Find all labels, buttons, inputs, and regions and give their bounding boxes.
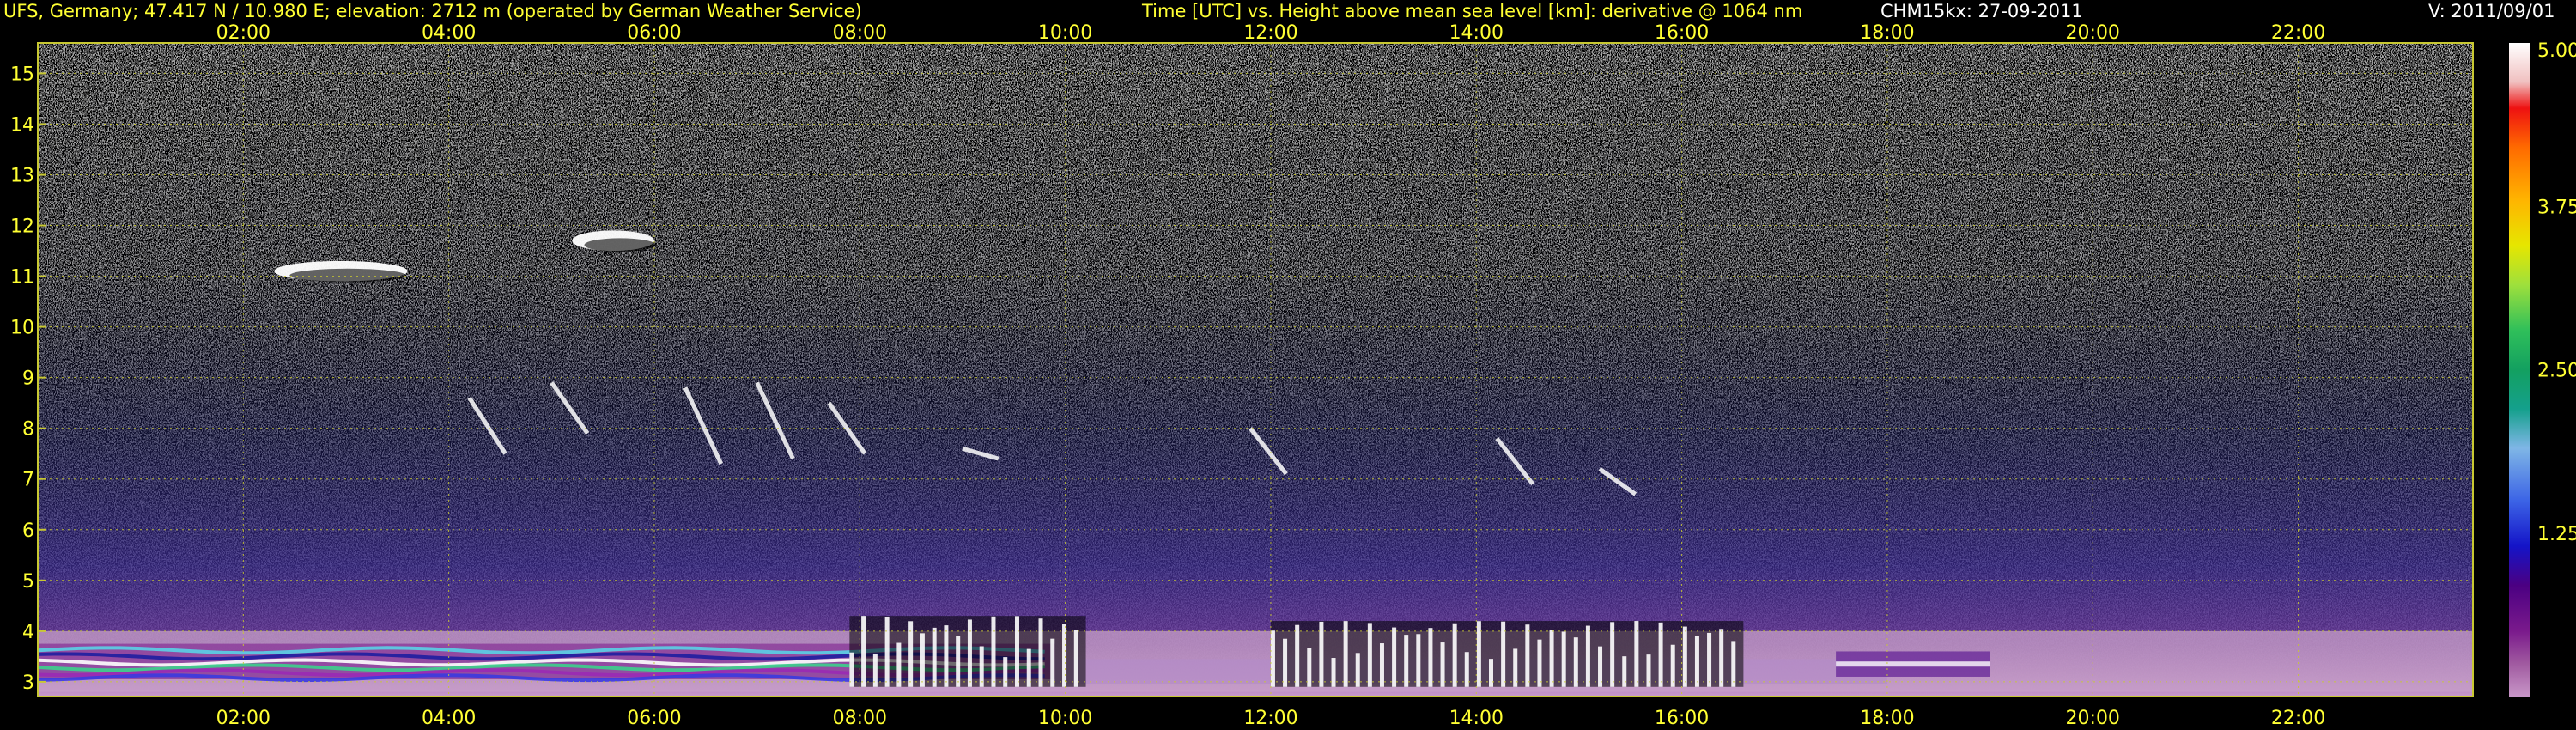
tick-label-x-top: 10:00	[1038, 22, 1092, 44]
feature-cirrus-shadow	[584, 238, 656, 252]
feature-cloud-streak	[1331, 658, 1336, 687]
feature-cloud-streak	[1658, 622, 1663, 687]
tick-label-x-bottom: 18:00	[1860, 708, 1914, 729]
tick-label-x-top: 06:00	[627, 22, 681, 44]
colorbar-tick-label: 5.00	[2537, 40, 2576, 62]
feature-cloud-streak	[1622, 656, 1627, 687]
feature-cloud-streak	[967, 619, 972, 687]
feature-cloud-streak	[1525, 624, 1530, 687]
feature-cloud-streak	[1598, 646, 1603, 687]
tick-label-x-bottom: 16:00	[1655, 708, 1709, 729]
tick-label-x-top: 12:00	[1243, 22, 1297, 44]
feature-cloud-streak	[1719, 629, 1724, 687]
feature-cloud-streak	[1062, 624, 1067, 687]
feature-cloud-streak	[884, 617, 890, 687]
tick-label-y: 11	[10, 267, 34, 289]
ceilometer-chart: 3 4 5 6 7 8 9 10 11 12 13 14 15 02:00 02:00 04:00 04:00 0…	[10, 22, 2576, 729]
tick-label-y: 12	[10, 216, 34, 238]
tick-label-x-bottom: 08:00	[833, 708, 887, 729]
tick-label-y: 9	[22, 368, 34, 390]
feature-cloud-streak	[991, 616, 996, 687]
tick-label-y: 7	[22, 470, 34, 491]
feature-cloud-streak	[1014, 616, 1019, 687]
feature-cloud-streak	[1355, 653, 1360, 687]
feature-cloud-streak	[1489, 659, 1494, 687]
colorbar-tick-label: 2.50	[2537, 361, 2576, 382]
feature-cloud-streak	[1452, 623, 1457, 687]
tick-label-x-top: 14:00	[1449, 22, 1504, 44]
feature-cloud-streak	[1513, 648, 1518, 687]
feature-cloud-streak	[920, 633, 925, 687]
feature-cloud-streak	[1026, 648, 1031, 687]
tick-label-x-bottom: 20:00	[2066, 708, 2120, 729]
feature-cloud-streak	[1003, 657, 1008, 687]
tick-label-x-top: 20:00	[2066, 22, 2120, 44]
tick-label-y: 4	[22, 622, 34, 643]
tick-label-y: 13	[10, 165, 34, 186]
tick-label-y: 14	[10, 114, 34, 136]
feature-cloud-streak	[1319, 621, 1324, 687]
tick-label-x-bottom: 02:00	[216, 708, 270, 729]
tick-label-x-bottom: 04:00	[422, 708, 476, 729]
feature-cloud-streak	[1295, 624, 1300, 687]
feature-cloud-streak	[1392, 627, 1397, 687]
tick-label-x-top: 16:00	[1655, 22, 1709, 44]
feature-cloud-streak	[1270, 630, 1275, 687]
colorbar	[2509, 43, 2530, 697]
feature-cloud-streak	[1537, 639, 1542, 687]
feature-cloud-streak	[896, 642, 902, 687]
feature-cloud-streak	[1610, 622, 1615, 687]
feature-cloud-streak	[1379, 643, 1384, 687]
tick-label-y: 10	[10, 318, 34, 339]
feature-cloud-streak	[1283, 638, 1288, 687]
feature-cloud-streak	[1440, 642, 1445, 687]
feature-cirrus-shadow	[289, 268, 406, 283]
feature-cloud-streak	[1707, 632, 1712, 687]
feature-cloud-streak	[1050, 638, 1055, 687]
feature-cloud-streak	[944, 625, 949, 687]
feature-cloud-streak	[1682, 626, 1687, 687]
feature-cloud-streak	[1367, 623, 1372, 687]
feature-cloud-streak	[1561, 631, 1566, 687]
feature-cloud-streak	[861, 616, 866, 687]
tick-label-y: 6	[22, 520, 34, 542]
feature-cloud-streak	[1573, 637, 1578, 687]
feature-cloud-streak	[1694, 636, 1699, 687]
tick-label-y: 5	[22, 571, 34, 593]
feature-cloud-streak	[1343, 621, 1348, 687]
feature-cloud-streak	[1428, 628, 1433, 687]
tick-label-x-bottom: 06:00	[627, 708, 681, 729]
tick-label-y: 3	[22, 672, 34, 694]
feature-cloud-streak	[932, 627, 937, 687]
colorbar-tick-label: 1.25	[2537, 524, 2576, 545]
feature-cloud-streak	[1073, 630, 1078, 687]
feature-cloud-streak	[1307, 648, 1312, 687]
feature-cloud-streak	[1731, 641, 1736, 687]
signal-fade	[38, 43, 2473, 697]
colorbar-tick-label: 3.75	[2537, 197, 2576, 218]
feature-cloud-streak	[979, 646, 984, 687]
feature-cloud-streak	[956, 636, 961, 687]
tick-label-y: 15	[10, 64, 34, 85]
feature-cloud-streak	[1670, 644, 1675, 687]
feature-cloud-streak	[1549, 630, 1554, 687]
tick-label-x-bottom: 10:00	[1038, 708, 1092, 729]
feature-aerosol-edge	[1836, 661, 1990, 667]
tick-label-x-top: 08:00	[833, 22, 887, 44]
tick-label-x-top: 02:00	[216, 22, 270, 44]
tick-label-x-top: 22:00	[2271, 22, 2325, 44]
tick-label-x-top: 04:00	[422, 22, 476, 44]
feature-cloud-streak	[1404, 635, 1409, 687]
tick-label-y: 8	[22, 419, 34, 441]
tick-label-x-bottom: 14:00	[1449, 708, 1504, 729]
feature-cloud-streak	[1416, 634, 1421, 687]
tick-label-x-top: 18:00	[1860, 22, 1914, 44]
feature-cloud-streak	[1038, 618, 1043, 687]
feature-cloud-streak	[1585, 625, 1590, 687]
tick-label-x-bottom: 12:00	[1243, 708, 1297, 729]
tick-label-x-bottom: 22:00	[2271, 708, 2325, 729]
